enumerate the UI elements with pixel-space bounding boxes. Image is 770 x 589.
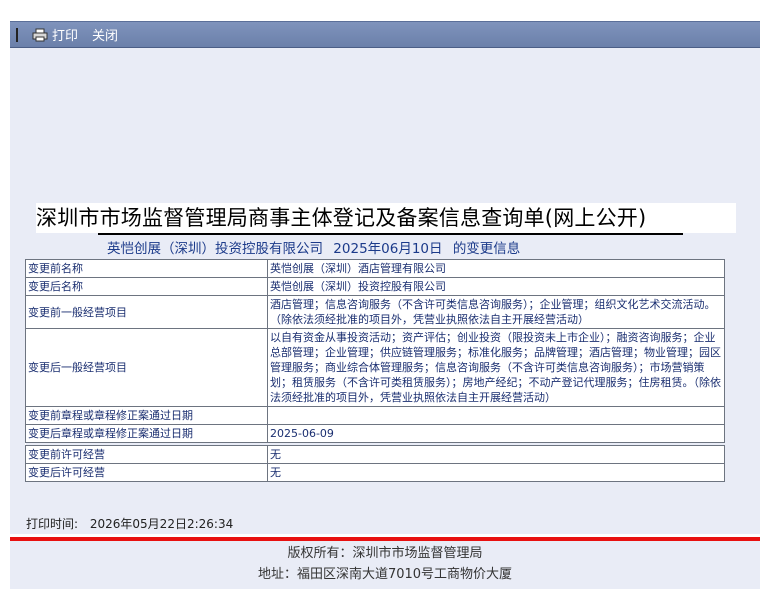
row-value: 以自有资金从事投资活动；资产评估；创业投资（限投资未上市企业）；融资咨询服务；企… <box>267 328 725 407</box>
print-time-value: 2026年05月22日2:26:34 <box>89 517 234 531</box>
print-time-label: 打印时间: <box>26 517 79 531</box>
table-row: 变更后许可经营 无 <box>25 463 725 482</box>
row-label: 变更前许可经营 <box>25 445 268 464</box>
row-value: 英恺创展（深圳）酒店管理有限公司 <box>267 259 725 278</box>
footer-address: 地址：福田区深南大道7010号工商物价大厦 <box>257 567 513 582</box>
table-row: 变更前一般经营项目 酒店管理；信息咨询服务（不含许可类信息咨询服务）；企业管理；… <box>25 295 725 329</box>
title-underline <box>98 233 683 235</box>
footer-copyright: 版权所有：深圳市市场监督管理局 <box>287 546 483 561</box>
row-label: 变更后一般经营项目 <box>25 328 268 407</box>
table-row: 变更后章程或章程修正案通过日期 2025-06-09 <box>25 424 725 443</box>
table-row: 变更后一般经营项目 以自有资金从事投资活动；资产评估；创业投资（限投资未上市企业… <box>25 328 725 407</box>
footer: 版权所有：深圳市市场监督管理局 地址：福田区深南大道7010号工商物价大厦 <box>10 541 760 589</box>
row-label: 变更前章程或章程修正案通过日期 <box>25 406 268 425</box>
row-value: 无 <box>267 445 725 464</box>
toolbar-grip <box>16 27 18 42</box>
table-row: 变更后名称 英恺创展（深圳）投资控股有限公司 <box>25 277 725 296</box>
subtitle-suffix: 的变更信息 <box>452 241 521 257</box>
row-label: 变更前一般经营项目 <box>25 295 268 329</box>
row-value: 2025-06-09 <box>267 424 725 443</box>
subtitle-date: 2025年06月10日 <box>333 241 443 257</box>
toolbar: 打印 关闭 <box>10 21 760 48</box>
row-value <box>267 406 725 425</box>
row-label: 变更后章程或章程修正案通过日期 <box>25 424 268 443</box>
table-row: 变更前章程或章程修正案通过日期 <box>25 406 725 425</box>
change-info-table: 变更前名称 英恺创展（深圳）酒店管理有限公司 变更后名称 英恺创展（深圳）投资控… <box>25 259 725 482</box>
row-label: 变更后许可经营 <box>25 463 268 482</box>
print-button[interactable]: 打印 <box>32 25 78 44</box>
close-button[interactable]: 关闭 <box>92 25 118 44</box>
row-label: 变更后名称 <box>25 277 268 296</box>
row-value: 酒店管理；信息咨询服务（不含许可类信息咨询服务）；企业管理；组织文化艺术交流活动… <box>267 295 725 329</box>
row-value: 英恺创展（深圳）投资控股有限公司 <box>267 277 725 296</box>
document-subtitle: 英恺创展（深圳）投资控股有限公司 2025年06月10日 的变更信息 <box>107 237 526 257</box>
row-label: 变更前名称 <box>25 259 268 278</box>
row-value: 无 <box>267 463 725 482</box>
document-title: 深圳市市场监督管理局商事主体登记及备案信息查询单(网上公开) <box>36 203 736 233</box>
close-label: 关闭 <box>92 29 119 44</box>
table-row: 变更前名称 英恺创展（深圳）酒店管理有限公司 <box>25 259 725 278</box>
print-time: 打印时间: 2026年05月22日2:26:34 <box>26 515 241 532</box>
subtitle-company: 英恺创展（深圳）投资控股有限公司 <box>107 241 323 257</box>
table-row: 变更前许可经营 无 <box>25 445 725 464</box>
printer-icon <box>32 28 48 42</box>
print-label: 打印 <box>52 29 79 44</box>
